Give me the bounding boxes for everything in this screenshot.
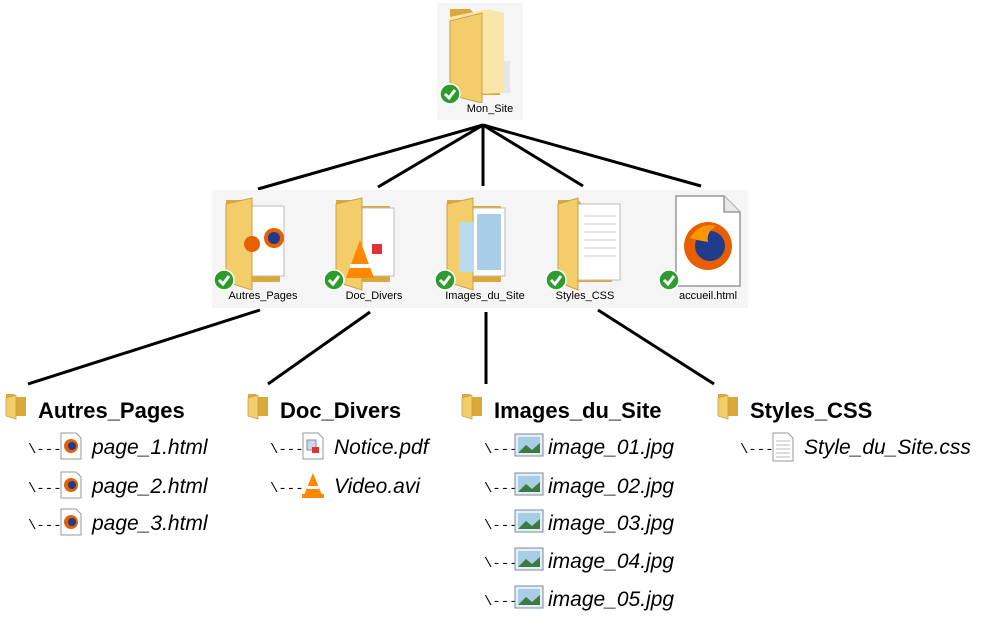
image-file-icon: [514, 547, 544, 571]
child-node-styles-css[interactable]: Styles_CSS: [542, 192, 642, 308]
file-name: page_3.html: [92, 512, 208, 535]
child-node-accueil-html[interactable]: accueil.html: [654, 192, 754, 308]
text-file-icon: [772, 432, 794, 462]
folder-icon: [461, 394, 482, 420]
file-name: image_02.jpg: [548, 475, 675, 498]
file-name: Video.avi: [334, 475, 421, 498]
sync-check-icon: [439, 83, 461, 105]
connector-root-autres: [257, 123, 484, 191]
firefox-file-icon: [60, 432, 82, 460]
file-name: image_05.jpg: [548, 588, 675, 611]
listing-title: Autres_Pages: [38, 398, 185, 423]
file-name: Style_du_Site.css: [804, 436, 971, 459]
child-label: Doc_Divers: [345, 290, 403, 302]
connector-autres-listing: [27, 308, 261, 386]
file-name: image_01.jpg: [548, 436, 675, 459]
connector-root-styles: [482, 123, 584, 188]
tree-branch: \---: [740, 442, 774, 458]
child-label: Autres_Pages: [228, 290, 298, 302]
child-label: Styles_CSS: [555, 290, 615, 302]
child-node-images-du-site[interactable]: Images_du_Site: [431, 192, 531, 308]
tree-branch: \---: [484, 594, 518, 610]
listing-images-du-site: Images_du_Site \--- image_01.jpg \--- im…: [458, 394, 708, 618]
connector-root-doc: [377, 123, 484, 189]
connector-root-accueil: [482, 123, 702, 188]
child-node-autres-pages[interactable]: Autres_Pages: [210, 192, 310, 308]
root-label: Mon_Site: [466, 103, 514, 115]
tree-branch: \---: [28, 518, 62, 534]
image-file-icon: [514, 509, 544, 533]
root-folder-node[interactable]: Mon_Site: [430, 3, 530, 121]
sync-check-icon: [434, 269, 456, 291]
file-name: page_1.html: [92, 436, 208, 459]
child-node-doc-divers[interactable]: Doc_Divers: [320, 192, 420, 308]
tree-branch: \---: [484, 518, 518, 534]
sync-check-icon: [213, 269, 235, 291]
folder-icon: [5, 394, 26, 420]
firefox-file-icon: [60, 471, 82, 499]
tree-branch: \---: [484, 442, 518, 458]
child-label: Images_du_Site: [445, 290, 525, 302]
listing-styles-css: Styles_CSS \--- Style_du_Site.css: [714, 394, 998, 478]
listing-autres-pages: Autres_Pages \--- page_1.html \--- page_…: [2, 394, 242, 548]
sync-check-icon: [323, 269, 345, 291]
tree-branch: \---: [484, 556, 518, 572]
file-name: Notice.pdf: [334, 436, 429, 459]
pdf-file-icon: [302, 432, 324, 460]
tree-branch: \---: [28, 481, 62, 497]
listing-title: Styles_CSS: [750, 398, 873, 423]
file-name: page_2.html: [92, 475, 208, 498]
listing-title: Images_du_Site: [494, 398, 662, 423]
image-file-icon: [514, 472, 544, 496]
child-label: accueil.html: [678, 290, 738, 302]
firefox-file-icon: [60, 508, 82, 536]
image-file-icon: [514, 433, 544, 457]
listing-title: Doc_Divers: [280, 398, 402, 423]
folder-icon: [717, 394, 738, 420]
tree-branch: \---: [270, 481, 304, 497]
listing-doc-divers: Doc_Divers \--- Notice.pdf \--- Video.av…: [244, 394, 454, 508]
sync-check-icon: [658, 269, 680, 291]
connector-doc-listing: [267, 310, 371, 386]
sync-check-icon: [545, 269, 567, 291]
file-name: image_04.jpg: [548, 550, 675, 573]
tree-branch: \---: [28, 442, 62, 458]
file-name: image_03.jpg: [548, 512, 675, 535]
image-file-icon: [514, 585, 544, 609]
tree-branch: \---: [484, 481, 518, 497]
tree-branch: \---: [270, 442, 304, 458]
folder-icon: [247, 394, 268, 420]
site-tree-diagram: Mon_Site Autres_Pages Doc_Divers Images_…: [0, 0, 1000, 622]
vlc-cone-icon: [302, 473, 324, 498]
connector-styles-listing: [597, 308, 715, 386]
